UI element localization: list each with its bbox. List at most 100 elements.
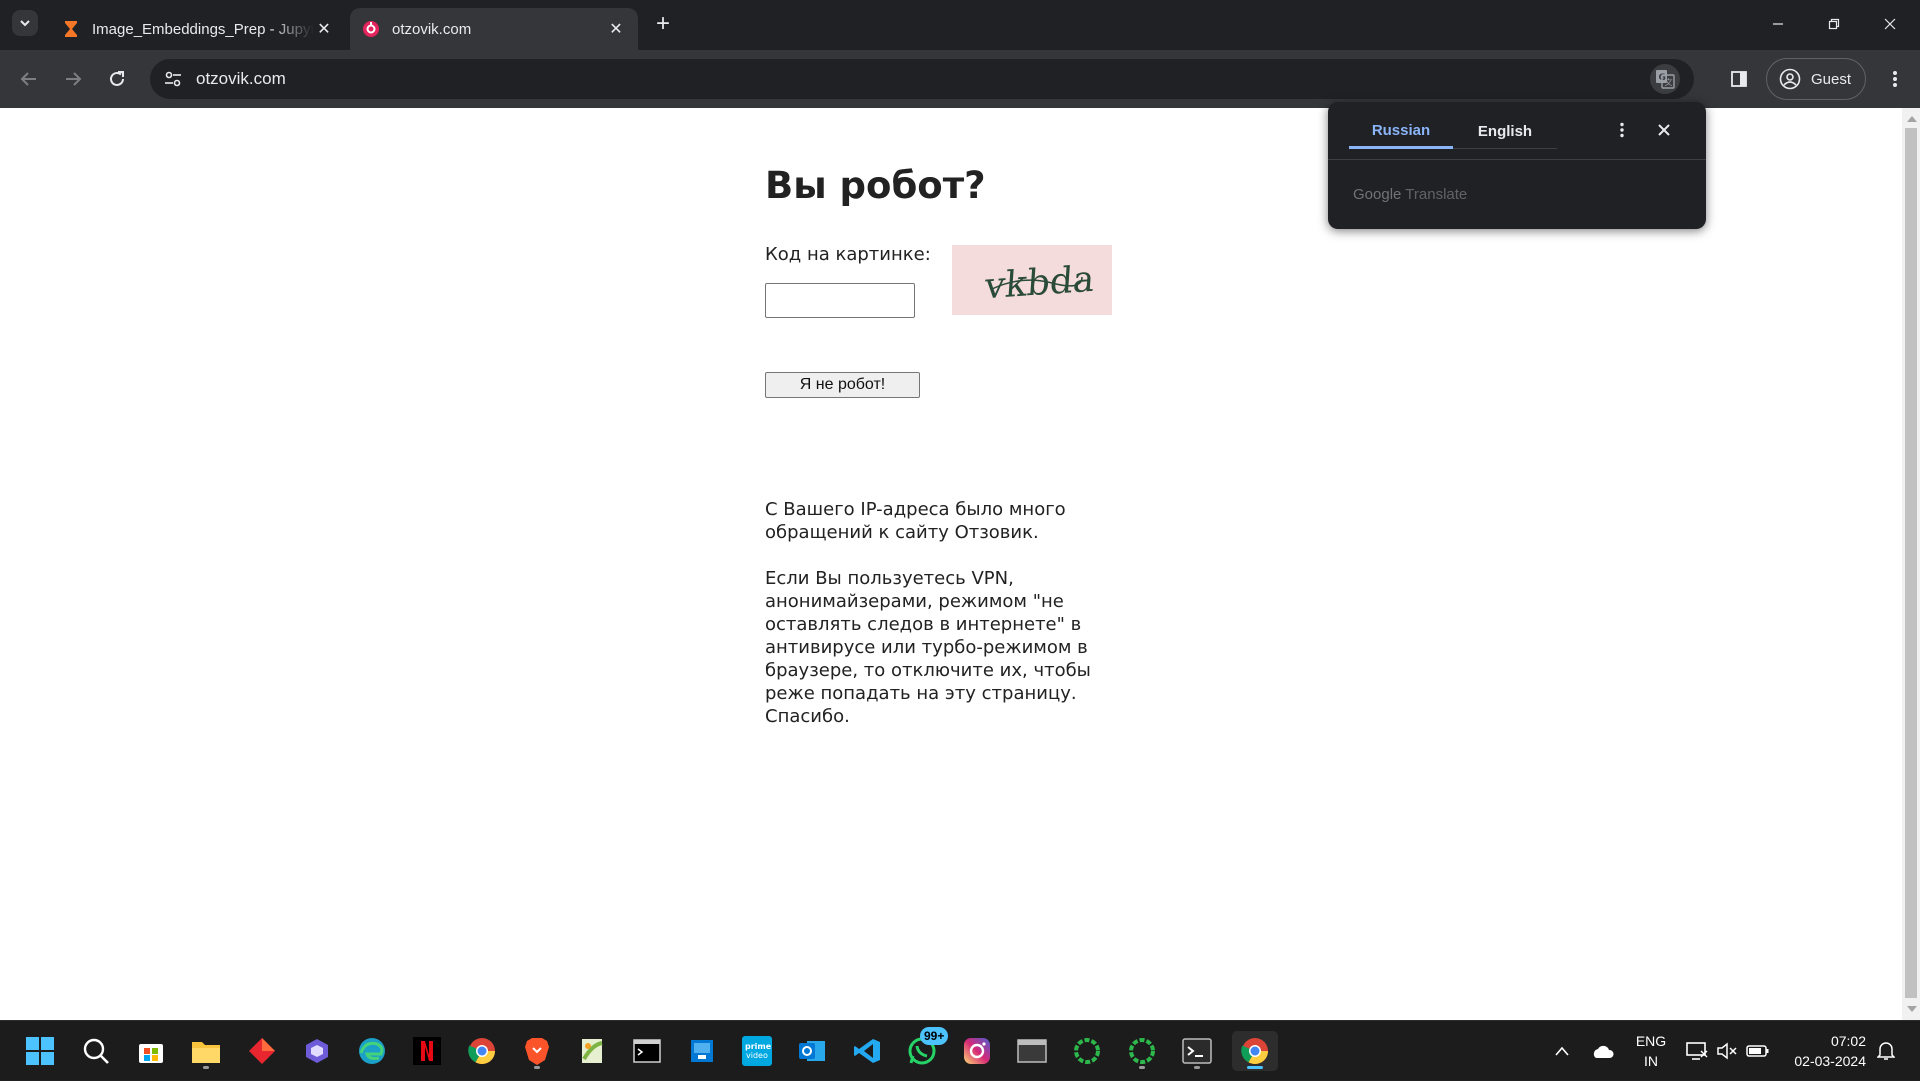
tab-strip: Image_Embeddings_Prep - Jupyter ✕ otzovi… — [0, 0, 1920, 50]
more-vertical-icon — [1620, 122, 1624, 138]
tab-otzovik[interactable]: otzovik.com ✕ — [350, 8, 638, 50]
onedrive-icon[interactable] — [1588, 1021, 1616, 1081]
cmd-icon[interactable] — [1177, 1031, 1217, 1071]
active-indicator — [1247, 1066, 1263, 1069]
restore-button[interactable] — [1806, 0, 1862, 48]
spinner-green-2-icon[interactable] — [1122, 1031, 1162, 1071]
scrollbar-thumb[interactable] — [1905, 128, 1917, 998]
not-robot-button[interactable]: Я не робот! — [765, 372, 920, 398]
vscode-icon[interactable] — [847, 1031, 887, 1071]
date: 02-03-2024 — [1794, 1053, 1866, 1069]
notepad-plus-icon[interactable] — [572, 1031, 612, 1071]
chrome-active-icon[interactable] — [1232, 1031, 1278, 1071]
tab-title: Image_Embeddings_Prep - Jupyter — [92, 20, 314, 38]
prime-video-icon[interactable]: prime video — [737, 1031, 777, 1071]
scroll-down-icon[interactable] — [1907, 1006, 1917, 1012]
page-scrollbar[interactable] — [1902, 108, 1920, 1020]
page-viewport: Вы робот? Код на картинке: vkbda Я не ро… — [0, 108, 1920, 1020]
captcha-code-input[interactable] — [765, 283, 915, 318]
reload-icon — [110, 71, 124, 86]
restore-icon — [1828, 18, 1840, 30]
more-vertical-icon — [1893, 71, 1897, 87]
forward-button[interactable] — [58, 64, 88, 94]
tab-search-button[interactable] — [12, 10, 38, 36]
whatsapp-icon[interactable]: 99+ — [902, 1027, 949, 1071]
notification-badge: 99+ — [920, 1027, 949, 1045]
bell-icon — [1877, 1042, 1895, 1060]
volume-muted-icon[interactable] — [1714, 1021, 1740, 1081]
store-icon[interactable] — [131, 1031, 171, 1071]
arrow-left-icon — [20, 72, 36, 86]
translate-wordmark: Translate — [1405, 186, 1468, 203]
browser-toolbar: otzovik.com G文 Guest — [0, 50, 1920, 108]
translate-icon: G文 — [1656, 70, 1675, 89]
scroll-up-icon[interactable] — [1907, 116, 1917, 122]
back-button[interactable] — [14, 64, 44, 94]
network-icon[interactable] — [1684, 1021, 1710, 1081]
svg-text:video: video — [746, 1051, 768, 1060]
search-icon[interactable] — [76, 1031, 116, 1071]
chrome-icon[interactable] — [462, 1031, 502, 1071]
captcha-image: vkbda — [952, 245, 1112, 315]
new-tab-button[interactable]: + — [650, 12, 676, 38]
tray-overflow-button[interactable] — [1550, 1021, 1574, 1081]
start-icon[interactable] — [20, 1031, 60, 1071]
clock[interactable]: 07:02 02-03-2024 — [1776, 1031, 1866, 1071]
translate-page-button[interactable]: G文 — [1650, 64, 1680, 94]
netflix-icon[interactable] — [407, 1031, 447, 1071]
spinner-green-icon[interactable] — [1067, 1031, 1107, 1071]
battery-icon[interactable] — [1744, 1021, 1772, 1081]
brave-icon[interactable] — [517, 1031, 557, 1071]
instagram-icon[interactable] — [957, 1031, 997, 1071]
side-panel-icon — [1731, 71, 1747, 87]
copilot-icon[interactable] — [297, 1031, 337, 1071]
reload-button[interactable] — [102, 64, 132, 94]
azure-icon[interactable] — [682, 1031, 722, 1071]
svg-text:文: 文 — [1665, 77, 1673, 87]
chrome-menu-button[interactable] — [1880, 64, 1910, 94]
translate-popup: Russian English Google Translate — [1328, 102, 1706, 229]
profile-label: Guest — [1811, 70, 1852, 88]
url-text: otzovik.com — [196, 69, 286, 88]
window-icon[interactable] — [1012, 1031, 1052, 1071]
target-language-tab[interactable]: English — [1453, 114, 1557, 149]
address-bar[interactable]: otzovik.com G文 — [150, 59, 1694, 99]
windows-taskbar: prime video 99+ ENG IN 07:02 02-03-2024 — [0, 1020, 1920, 1080]
language-code: ENG — [1635, 1033, 1667, 1049]
time: 07:02 — [1830, 1033, 1866, 1049]
minimize-button[interactable] — [1750, 0, 1806, 48]
profile-button[interactable]: Guest — [1766, 58, 1866, 100]
translate-options-button[interactable] — [1610, 118, 1634, 142]
source-language-tab[interactable]: Russian — [1349, 114, 1453, 149]
notice-paragraph: С Вашего IP-адреса было много обращений … — [765, 499, 1066, 543]
tune-icon — [165, 71, 181, 87]
captcha-text: vkbda — [983, 257, 1096, 308]
close-icon — [1884, 18, 1896, 30]
translate-close-button[interactable] — [1652, 118, 1676, 142]
guest-avatar-icon — [1779, 68, 1801, 90]
side-panel-button[interactable] — [1724, 64, 1754, 94]
close-window-button[interactable] — [1862, 0, 1918, 48]
site-info-button[interactable] — [158, 64, 188, 94]
google-translate-brand: Google Translate — [1353, 186, 1467, 203]
google-wordmark: Google — [1353, 186, 1402, 203]
edge-icon[interactable] — [352, 1031, 392, 1071]
tab-jupyter[interactable]: Image_Embeddings_Prep - Jupyter ✕ — [50, 8, 346, 50]
file-explorer-icon[interactable] — [186, 1031, 226, 1071]
terminal-icon[interactable] — [627, 1031, 667, 1071]
svg-text:prime: prime — [745, 1042, 772, 1051]
running-indicator — [1139, 1066, 1145, 1069]
chevron-up-icon — [1555, 1046, 1569, 1056]
tab-close-icon[interactable]: ✕ — [314, 19, 334, 39]
notifications-button[interactable] — [1872, 1021, 1900, 1081]
outlook-icon[interactable] — [792, 1031, 832, 1071]
hourglass-icon — [62, 20, 80, 38]
tab-close-icon[interactable]: ✕ — [606, 19, 626, 39]
chevron-down-icon — [20, 20, 30, 27]
divider — [1328, 159, 1706, 160]
code-label: Код на картинке: — [765, 244, 931, 265]
language-indicator[interactable]: ENG IN — [1630, 1031, 1672, 1071]
region-code: IN — [1644, 1053, 1658, 1069]
app-red-icon[interactable] — [242, 1031, 282, 1071]
page-title: Вы робот? — [765, 164, 986, 207]
